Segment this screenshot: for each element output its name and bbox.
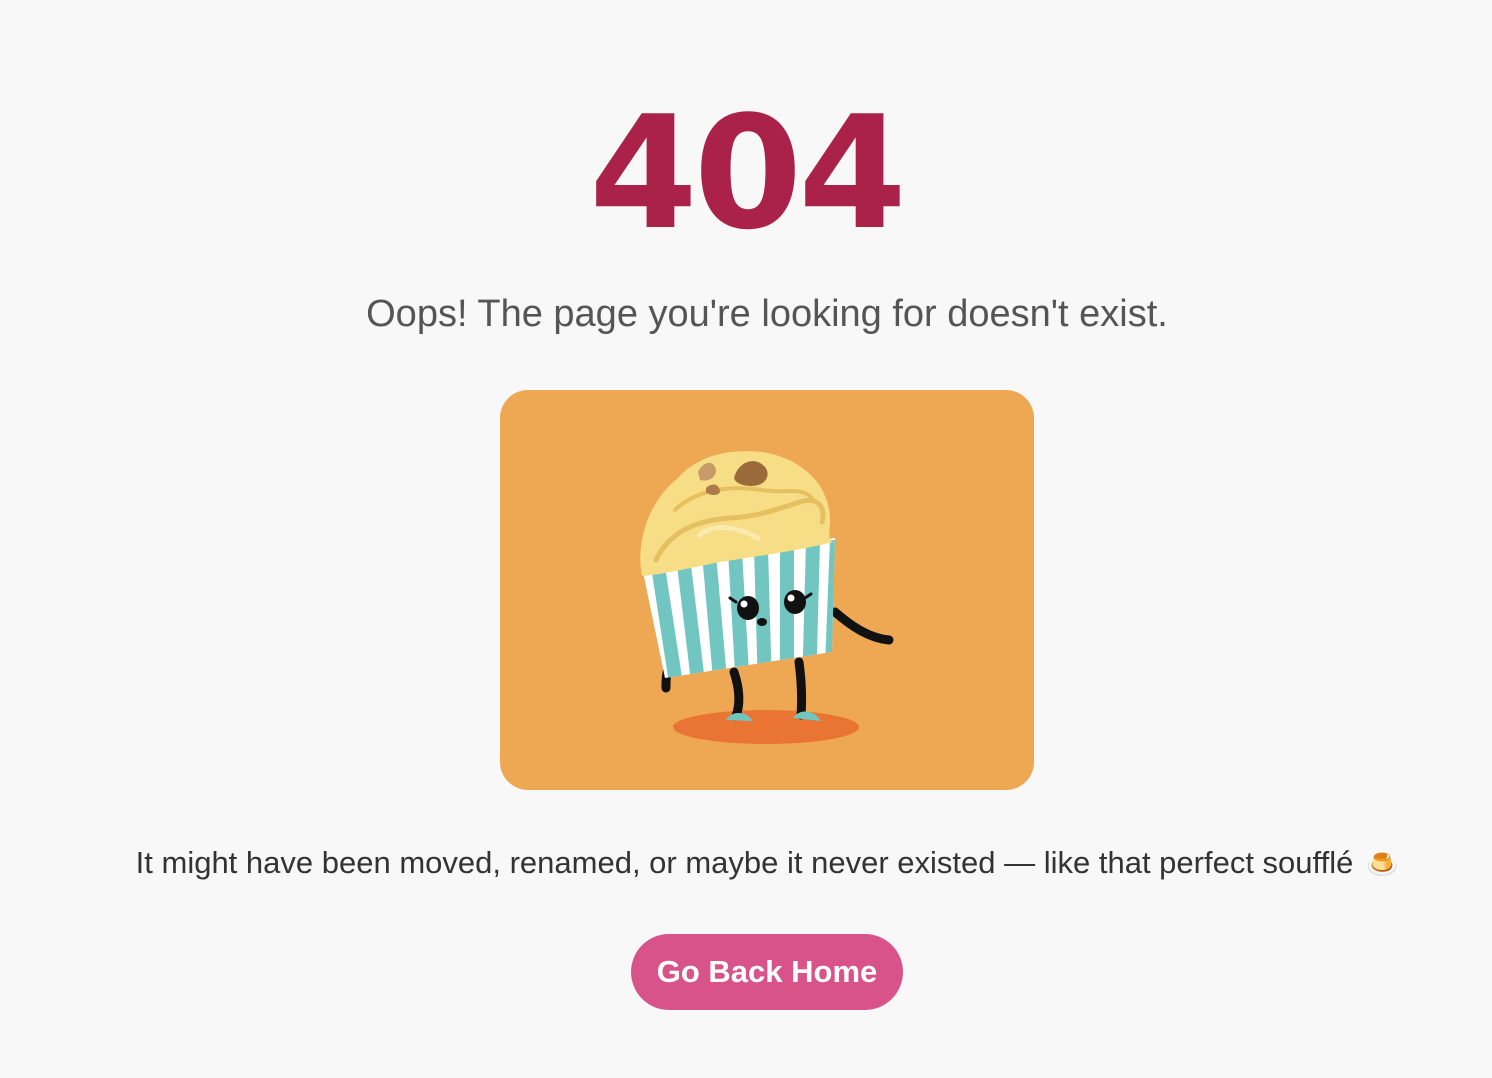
go-back-home-button[interactable]: Go Back Home [631, 934, 903, 1010]
error-message: It might have been moved, renamed, or ma… [0, 843, 1492, 885]
error-code: 404 [589, 82, 907, 264]
error-subtitle: Oops! The page you're looking for doesn'… [366, 293, 1168, 335]
cupcake-illustration [500, 390, 1034, 790]
cupcake-icon [640, 451, 894, 744]
message-text: It might have been moved, renamed, or ma… [135, 845, 1354, 880]
shadow-shape [673, 710, 859, 744]
pudding-icon: 🍮 [1365, 850, 1399, 880]
